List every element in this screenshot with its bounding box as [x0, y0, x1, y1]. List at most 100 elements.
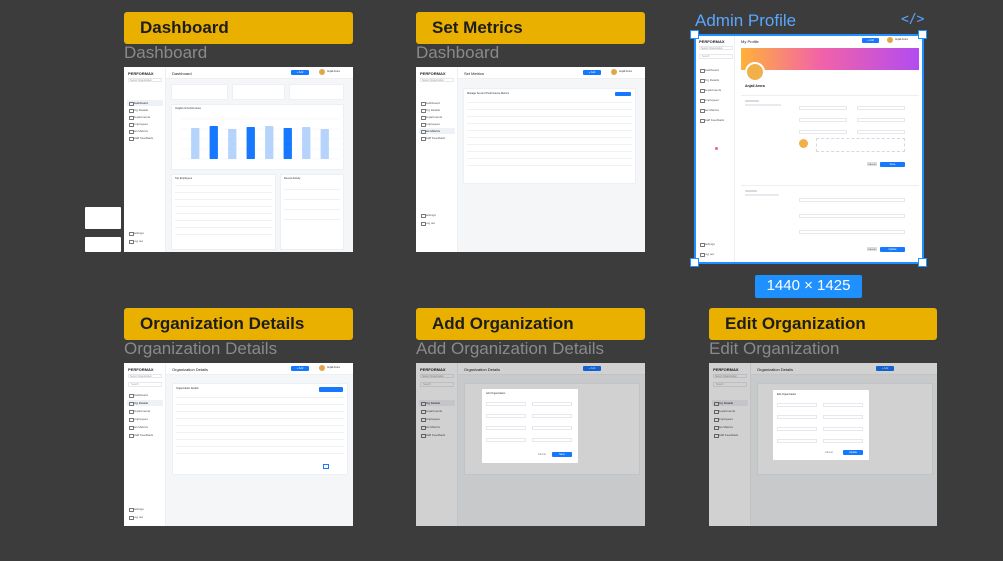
nav-logout[interactable]: Log out — [419, 220, 455, 227]
add-organization-button[interactable] — [319, 387, 343, 392]
chart-bar — [283, 128, 292, 159]
avatar[interactable] — [319, 365, 325, 371]
popover-menu[interactable] — [85, 237, 121, 252]
frame-set-metrics[interactable]: PERFORMAX Select Organization Dashboard … — [416, 67, 645, 252]
org-table-card: Organization Details — [172, 383, 348, 475]
nav-set-metrics[interactable]: Set Metrics — [127, 128, 163, 135]
avatar[interactable] — [611, 69, 617, 75]
app-logo: PERFORMAX — [128, 71, 154, 76]
nav-staff-feedback[interactable]: Staff Feedback — [127, 135, 163, 142]
org-state-input[interactable] — [532, 426, 572, 430]
update-button[interactable]: Update — [843, 450, 863, 455]
search-input[interactable]: Search — [128, 382, 162, 387]
nav-dashboard[interactable]: Dashboard — [127, 100, 163, 107]
nav-departments[interactable]: Departments — [127, 114, 163, 121]
add-employee-button[interactable]: + Add Employee — [291, 70, 309, 79]
chart-bar — [246, 127, 255, 159]
avatar[interactable] — [319, 69, 325, 75]
nav-departments[interactable]: Departments — [419, 114, 455, 121]
popover-menu[interactable] — [85, 207, 121, 229]
org-state-input[interactable] — [823, 427, 863, 431]
org-name-input[interactable] — [486, 402, 526, 406]
nav-departments[interactable]: Departments — [127, 408, 163, 415]
org-email-input[interactable] — [486, 414, 526, 418]
add-org-modal: Add Organization Cancel Save — [482, 389, 578, 463]
org-zip-input[interactable] — [532, 438, 572, 442]
nav-set-metrics[interactable]: Set Metrics — [419, 128, 455, 135]
frame-name-add-org[interactable]: Add Organization Details — [416, 339, 604, 359]
recent-activity-card: Recent Activity — [280, 174, 344, 250]
frame-name-dashboard[interactable]: Dashboard — [124, 43, 207, 63]
chart-bar — [320, 129, 329, 159]
frame-name-edit-org[interactable]: Edit Organization — [709, 339, 839, 359]
stat-card — [289, 84, 344, 100]
org-country-input[interactable] — [777, 427, 817, 431]
add-employee-button[interactable]: + Add Employee — [291, 366, 309, 375]
page-title: Organization Details — [172, 367, 209, 372]
nav-employees[interactable]: Employees — [127, 416, 163, 423]
frame-org-details[interactable]: PERFORMAX Select Organization Search Das… — [124, 363, 353, 526]
org-phone-input[interactable] — [823, 415, 863, 419]
org-select[interactable]: Select Organization — [420, 78, 454, 82]
chart-bar — [191, 128, 200, 159]
org-city-input[interactable] — [486, 438, 526, 442]
nav-employees[interactable]: Employees — [419, 121, 455, 128]
top-employees-title: Top Employees — [175, 177, 193, 180]
org-type-input[interactable] — [823, 403, 863, 407]
resize-handle-bottom-right[interactable] — [918, 258, 927, 267]
org-country-input[interactable] — [486, 426, 526, 430]
org-name-input[interactable] — [777, 403, 817, 407]
section-label-add-org[interactable]: Add Organization — [416, 308, 645, 340]
org-select[interactable]: Select Organization — [128, 78, 162, 82]
nav-dashboard[interactable]: Dashboard — [127, 392, 163, 399]
cancel-button[interactable]: Cancel — [825, 451, 833, 454]
resize-handle-bottom-left[interactable] — [690, 258, 699, 267]
nav-org-details[interactable]: Org Details — [127, 400, 163, 407]
dimensions-badge: 1440 × 1425 — [755, 275, 862, 298]
nav-settings[interactable]: Settings — [127, 506, 163, 513]
frame-dashboard[interactable]: PERFORMAX Select Organization Dashboard … — [124, 67, 353, 252]
nav-settings[interactable]: Settings — [127, 230, 163, 237]
org-zip-input[interactable] — [823, 439, 863, 443]
frame-edit-org[interactable]: PERFORMAX Select Organization Search Org… — [709, 363, 937, 526]
frame-name-set-metrics[interactable]: Dashboard — [416, 43, 499, 63]
org-city-input[interactable] — [777, 439, 817, 443]
save-button[interactable]: Save — [552, 452, 572, 457]
org-email-input[interactable] — [777, 415, 817, 419]
nav-logout[interactable]: Log out — [127, 514, 163, 521]
section-label-org-details[interactable]: Organization Details — [124, 308, 353, 340]
resize-handle-top-right[interactable] — [918, 30, 927, 39]
code-icon[interactable]: </> — [901, 12, 924, 27]
resize-handle-top-left[interactable] — [690, 30, 699, 39]
cancel-button[interactable]: Cancel — [538, 453, 546, 456]
section-label-dashboard[interactable]: Dashboard — [124, 12, 353, 44]
nav-employees[interactable]: Employees — [127, 121, 163, 128]
modal-title: Edit Organization — [777, 393, 797, 396]
nav-set-metrics[interactable]: Set Metrics — [127, 424, 163, 431]
frame-add-org[interactable]: PERFORMAX Select Organization Search Org… — [416, 363, 645, 526]
frame-selection-outline[interactable] — [694, 34, 924, 264]
add-metric-button[interactable] — [615, 92, 631, 96]
org-select[interactable]: Select Organization — [128, 374, 162, 378]
org-table-title: Organization Details — [176, 387, 199, 390]
nav-dashboard[interactable]: Dashboard — [419, 100, 455, 107]
sidebar: PERFORMAX Select Organization Search Das… — [124, 363, 166, 526]
nav-org-details[interactable]: Org Details — [127, 107, 163, 114]
frame-name-admin-profile[interactable]: Admin Profile — [695, 11, 796, 31]
metrics-table-title: Manage Set and Performance Metrics — [467, 92, 510, 95]
nav-staff-feedback[interactable]: Staff Feedback — [419, 135, 455, 142]
nav-logout[interactable]: Log out — [127, 238, 163, 245]
main-content: Insights & Performance Top Employees Rec… — [166, 79, 353, 252]
org-phone-input[interactable] — [532, 414, 572, 418]
section-label-edit-org[interactable]: Edit Organization — [709, 308, 937, 340]
org-type-input[interactable] — [532, 402, 572, 406]
nav-settings[interactable]: Settings — [419, 212, 455, 219]
chart-bar — [302, 127, 311, 159]
add-employee-button[interactable]: + Add Employee — [583, 70, 601, 79]
section-label-set-metrics[interactable]: Set Metrics — [416, 12, 645, 44]
nav-staff-feedback[interactable]: Staff Feedback — [127, 432, 163, 439]
frame-name-org-details[interactable]: Organization Details — [124, 339, 277, 359]
nav-org-details[interactable]: Org Details — [419, 107, 455, 114]
sidebar: PERFORMAX Select Organization Dashboard … — [124, 67, 166, 252]
pagination-current[interactable] — [323, 464, 329, 469]
